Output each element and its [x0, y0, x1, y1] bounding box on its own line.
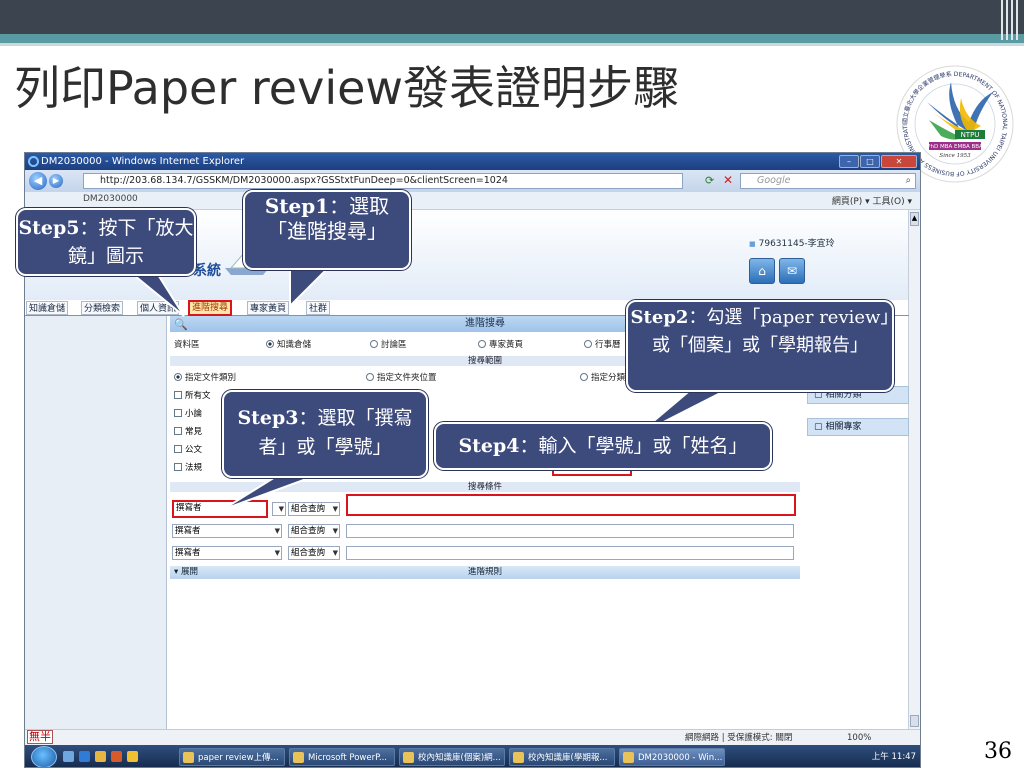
- step3-callout: Step3：選取「撰寫者」或「學號」: [222, 390, 428, 478]
- step2-callout: Step2：勾選「paper review」或「個案」或「學期報告」: [626, 300, 894, 392]
- step3-tail: [221, 473, 321, 511]
- step4-callout: Step4：輸入「學號」或「姓名」: [434, 422, 772, 470]
- step1-callout: Step1：選取「進階搜尋」: [243, 190, 411, 270]
- step1-tail: [289, 265, 333, 309]
- step5-callout: Step5：按下「放大鏡」圖示: [16, 208, 196, 276]
